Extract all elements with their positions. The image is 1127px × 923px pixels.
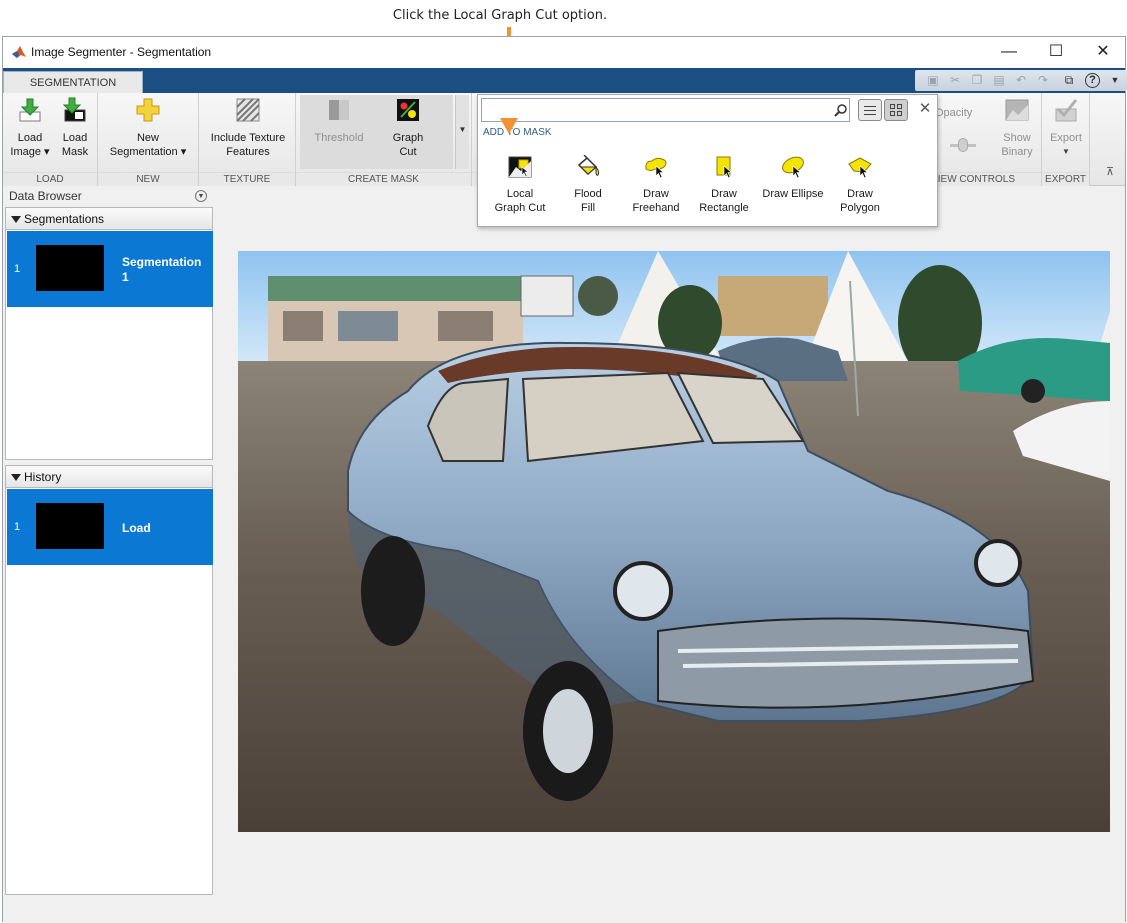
export-button[interactable]: Export ▼ bbox=[1044, 97, 1088, 159]
local-graph-cut-button[interactable]: Local Graph Cut bbox=[486, 155, 554, 215]
load-mask-button[interactable]: Load Mask bbox=[55, 97, 95, 159]
load-image-icon bbox=[19, 98, 41, 122]
image-canvas bbox=[215, 187, 1125, 923]
help-dropdown-icon[interactable]: ▼ bbox=[1107, 73, 1123, 88]
annotation-arrow-head bbox=[500, 118, 518, 134]
draw-freehand-button[interactable]: Draw Freehand bbox=[622, 155, 690, 215]
graph-cut-button[interactable]: Graph Cut bbox=[378, 97, 438, 159]
draw-polygon-button[interactable]: Draw Polygon bbox=[826, 155, 894, 215]
load-image-button[interactable]: Load Image ▾ bbox=[9, 97, 51, 159]
maximize-button[interactable]: ☐ bbox=[1033, 37, 1079, 68]
search-icon[interactable] bbox=[834, 103, 848, 117]
draw-freehand-icon bbox=[645, 157, 667, 179]
segmentations-list: 1 Segmentation 1 bbox=[5, 230, 213, 460]
flood-fill-button[interactable]: Flood Fill bbox=[554, 155, 622, 215]
gallery-search-input[interactable] bbox=[481, 98, 850, 122]
export-section-title: EXPORT bbox=[1042, 172, 1089, 186]
flood-fill-icon bbox=[577, 155, 600, 176]
new-segmentation-button[interactable]: New Segmentation ▾ bbox=[102, 97, 194, 159]
show-binary-button[interactable]: Show Binary bbox=[992, 97, 1042, 159]
redo-icon[interactable]: ↷ bbox=[1035, 73, 1051, 88]
create-mask-section: Threshold Graph Cut ▼ CREATE MASK bbox=[296, 93, 472, 186]
new-segmentation-section-title: NEW SEGMENTATION bbox=[98, 172, 198, 199]
export-checkmark-icon bbox=[1055, 99, 1078, 122]
paste-icon[interactable]: ▤ bbox=[991, 73, 1007, 88]
draw-rectangle-icon bbox=[716, 156, 733, 179]
create-mask-gallery-popup: ✕ ADD TO MASK Local Graph Cut Flood Fill bbox=[477, 94, 938, 227]
opacity-label: Opacity bbox=[935, 107, 973, 119]
minimize-button[interactable]: — bbox=[986, 37, 1032, 68]
load-section-title: LOAD bbox=[3, 172, 97, 186]
data-browser-title: Data Browser bbox=[9, 189, 82, 203]
tab-strip: SEGMENTATION ▣ ✂ ❐ ▤ ↶ ↷ ⧉ ? ▼ bbox=[3, 68, 1127, 94]
gallery-expand-button[interactable]: ▼ bbox=[455, 95, 469, 169]
save-icon[interactable]: ▣ bbox=[925, 73, 941, 88]
cut-icon[interactable]: ✂ bbox=[947, 73, 963, 88]
graph-cut-icon bbox=[397, 99, 419, 121]
history-panel-header[interactable]: History bbox=[5, 465, 213, 488]
threshold-icon bbox=[329, 100, 349, 120]
opacity-slider[interactable] bbox=[950, 133, 976, 159]
window-title: Image Segmenter - Segmentation bbox=[31, 45, 212, 59]
texture-icon bbox=[236, 98, 260, 122]
history-list-item[interactable]: 1 Load bbox=[7, 489, 213, 565]
instruction-annotation: Click the Local Graph Cut option. bbox=[392, 8, 608, 23]
collapse-triangle-icon bbox=[11, 216, 21, 223]
threshold-button[interactable]: Threshold bbox=[306, 97, 372, 145]
create-mask-section-title: CREATE MASK bbox=[296, 172, 471, 186]
undo-icon[interactable]: ↶ bbox=[1013, 73, 1029, 88]
texture-section: Include Texture Features TEXTURE bbox=[199, 93, 296, 186]
data-browser-panel: Data Browser ▼ Segmentations 1 Segmentat… bbox=[3, 187, 215, 923]
quick-access-toolbar: ▣ ✂ ❐ ▤ ↶ ↷ ⧉ ? ▼ bbox=[915, 70, 1127, 91]
matlab-logo-icon bbox=[12, 46, 26, 58]
list-view-icon[interactable] bbox=[858, 99, 882, 121]
new-segmentation-section: New Segmentation ▾ NEW SEGMENTATION bbox=[98, 93, 199, 199]
data-browser-collapse-icon[interactable]: ▼ bbox=[195, 190, 207, 202]
include-texture-features-button[interactable]: Include Texture Features bbox=[203, 97, 293, 159]
close-window-button[interactable]: ✕ bbox=[1080, 37, 1126, 68]
window-layout-icon[interactable]: ⧉ bbox=[1061, 73, 1077, 88]
segmentations-panel-header[interactable]: Segmentations bbox=[5, 207, 213, 230]
local-graph-cut-icon bbox=[508, 156, 532, 178]
segmentation-list-item[interactable]: 1 Segmentation 1 bbox=[7, 231, 213, 307]
draw-rectangle-button[interactable]: Draw Rectangle bbox=[690, 155, 758, 215]
history-list: 1 Load bbox=[5, 488, 213, 895]
grid-view-icon[interactable] bbox=[884, 99, 908, 121]
show-binary-icon bbox=[1005, 99, 1029, 121]
help-icon[interactable]: ? bbox=[1085, 73, 1100, 88]
draw-ellipse-icon bbox=[782, 156, 804, 179]
segmentation-thumbnail bbox=[36, 245, 104, 291]
car-photo[interactable] bbox=[238, 251, 1110, 832]
app-window: Image Segmenter - Segmentation — ☐ ✕ SEG… bbox=[2, 36, 1127, 923]
history-thumbnail bbox=[36, 503, 104, 549]
texture-section-title: TEXTURE bbox=[199, 172, 295, 186]
plus-icon bbox=[136, 98, 160, 122]
load-section: Load Image ▾ Load Mask LOAD bbox=[3, 93, 98, 186]
draw-ellipse-button[interactable]: Draw Ellipse bbox=[758, 155, 828, 201]
copy-icon[interactable]: ❐ bbox=[969, 73, 985, 88]
tab-segmentation[interactable]: SEGMENTATION bbox=[3, 71, 143, 94]
collapse-toolstrip-icon[interactable]: ⊼ bbox=[1101, 165, 1119, 179]
gallery-close-button[interactable]: ✕ bbox=[916, 99, 934, 119]
draw-polygon-icon bbox=[848, 157, 872, 179]
title-bar: Image Segmenter - Segmentation — ☐ ✕ bbox=[3, 37, 1125, 68]
export-section: Export ▼ EXPORT bbox=[1042, 93, 1090, 186]
collapse-triangle-icon bbox=[11, 474, 21, 481]
load-mask-icon bbox=[62, 97, 86, 122]
